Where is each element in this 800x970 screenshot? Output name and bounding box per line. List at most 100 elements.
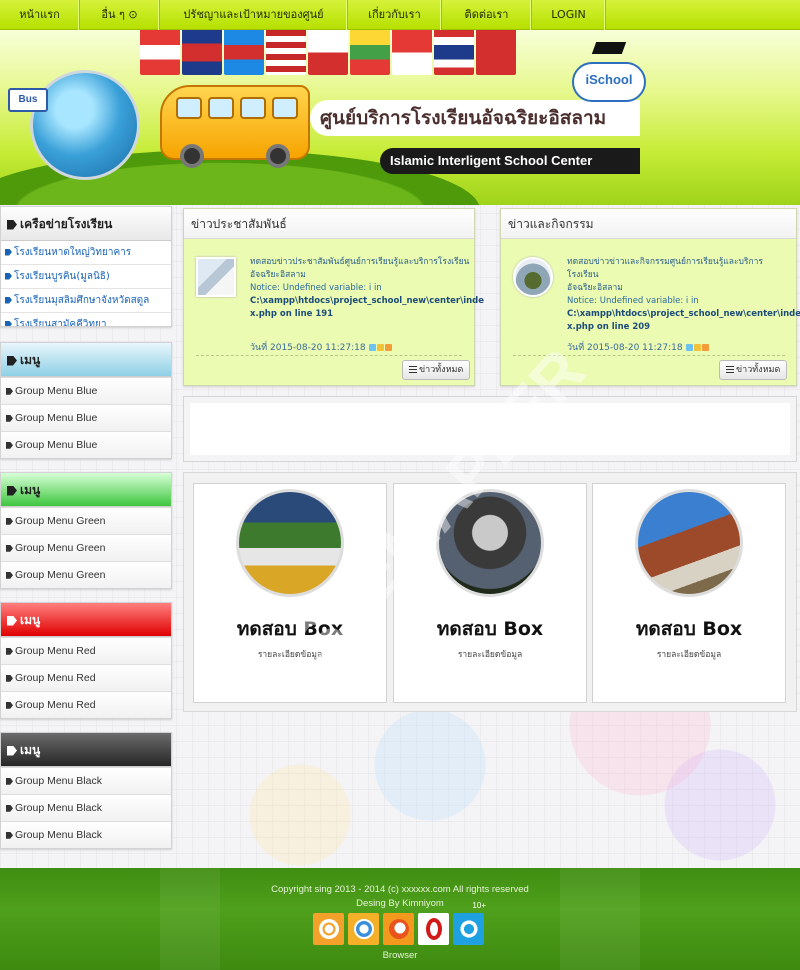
globe-illustration — [30, 70, 140, 180]
card-description: รายละเอียดข้อมูล — [257, 650, 323, 660]
tag-icon — [6, 441, 13, 449]
menu-panel-blue: เมนู Group Menu Blue Group Menu Blue Gro… — [0, 342, 172, 459]
opera-icon[interactable] — [418, 913, 449, 945]
menu-item[interactable]: Group Menu Blue — [1, 377, 171, 404]
tag-icon — [5, 248, 12, 256]
card-title: ทดสอบ Box — [436, 618, 544, 640]
pr-news-panel: ข่าวประชาสัมพันธ์ ทดสอบข่าวประชาสัมพันธ์… — [183, 208, 485, 386]
network-link[interactable]: โรงเรียนบูรคิน(มูลนิธิ) — [1, 265, 171, 289]
bus-sign: Bus — [8, 88, 48, 112]
feature-boxes: ทดสอบ Box รายละเอียดข้อมูล ทดสอบ Box ราย… — [183, 472, 797, 712]
tag-icon — [6, 701, 13, 709]
browser-label: Browser — [382, 950, 418, 961]
menu-item[interactable]: Group Menu Red — [1, 691, 171, 718]
list-icon — [726, 366, 734, 373]
menu-item[interactable]: Group Menu Green — [1, 561, 171, 588]
news-date: วันที่ 2015-08-20 11:27:18 — [250, 340, 393, 354]
nav-home[interactable]: หน้าแรก — [0, 0, 80, 30]
tag-icon — [6, 414, 13, 422]
tag-icon — [7, 355, 17, 366]
tag-icon — [6, 544, 13, 552]
chrome-icon[interactable] — [313, 913, 344, 945]
menu-item[interactable]: Group Menu Red — [1, 664, 171, 691]
menu-item[interactable]: Group Menu Blue — [1, 431, 171, 458]
all-news-button[interactable]: ข่าวทั้งหมด — [402, 360, 471, 380]
tag-icon — [6, 517, 13, 525]
left-sidebar: เครือข่ายโรงเรียน โรงเรียนหาดใหญ่วิทยาคา… — [0, 206, 172, 862]
firefox-icon[interactable] — [383, 913, 414, 945]
panel-title: เครือข่ายโรงเรียน — [20, 217, 113, 231]
menu-item[interactable]: Group Menu Black — [1, 794, 171, 821]
safari-icon[interactable] — [348, 913, 379, 945]
school-bus-illustration — [160, 85, 310, 168]
ie-icon[interactable]: 10+ — [453, 901, 486, 945]
news-thumbnail[interactable] — [513, 257, 553, 297]
feature-card[interactable]: ทดสอบ Box รายละเอียดข้อมูล — [393, 483, 587, 703]
logo-text: iSchool — [585, 72, 633, 87]
empty-content-box — [183, 396, 797, 462]
nav-login[interactable]: LOGIN — [532, 0, 606, 30]
menu-item[interactable]: Group Menu Black — [1, 767, 171, 794]
browser-icons: 10+ — [313, 901, 487, 947]
nav-others-dropdown[interactable]: อื่น ๆ ⊙ — [80, 0, 160, 30]
nav-contact[interactable]: ติดต่อเรา — [442, 0, 532, 30]
feature-card[interactable]: ทดสอบ Box รายละเอียดข้อมูล — [193, 483, 387, 703]
header-banner: Bus ศูนย์บริการโรงเรียนอัจฉริยะอิสลาม Is… — [0, 30, 800, 205]
designer-credit: Desing By Kimniyom — [356, 898, 444, 909]
card-title: ทดสอบ Box — [635, 618, 743, 640]
site-title-english: Islamic Interligent School Center — [380, 148, 640, 174]
tag-icon — [7, 485, 17, 496]
panel-title: ข่าวและกิจกรรม — [501, 209, 796, 239]
ischool-logo[interactable]: iSchool — [572, 38, 646, 104]
menu-item[interactable]: Group Menu Green — [1, 507, 171, 534]
top-navigation: หน้าแรก อื่น ๆ ⊙ ปรัชญาและเป้าหมายของศูน… — [0, 0, 800, 30]
network-link[interactable]: โรงเรียนมุสลิมศึกษาจังหวัดสตูล — [1, 289, 171, 313]
news-thumbnail[interactable] — [196, 257, 236, 297]
network-link[interactable]: โรงเรียนหาดใหญ่วิทยาคาร — [1, 241, 171, 265]
site-title-thai: ศูนย์บริการโรงเรียนอัจฉริยะอิสลาม — [310, 100, 640, 136]
nav-philosophy[interactable]: ปรัชญาและเป้าหมายของศูนย์ — [160, 0, 348, 30]
tag-icon — [6, 831, 13, 839]
tag-icon — [6, 571, 13, 579]
panel-header: เครือข่ายโรงเรียน — [1, 207, 171, 241]
footer: Copyright sing 2013 - 2014 (c) xxxxxx.co… — [0, 868, 800, 970]
tag-icon — [6, 804, 13, 812]
card-image — [635, 489, 743, 597]
nav-about[interactable]: เกี่ยวกับเรา — [348, 0, 442, 30]
menu-item[interactable]: Group Menu Blue — [1, 404, 171, 431]
feature-card[interactable]: ทดสอบ Box รายละเอียดข้อมูล — [592, 483, 786, 703]
menu-panel-black: เมนู Group Menu Black Group Menu Black G… — [0, 732, 172, 849]
card-title: ทดสอบ Box — [236, 618, 344, 640]
news-date: วันที่ 2015-08-20 11:27:18 — [567, 340, 710, 354]
news-headline[interactable]: ทดสอบข่าวประชาสัมพันธ์ศูนย์การเรียนรู้แล… — [250, 256, 470, 269]
news-body: ทดสอบข่าวประชาสัมพันธ์ศูนย์การเรียนรู้แล… — [250, 256, 485, 319]
panel-title: ข่าวประชาสัมพันธ์ — [184, 209, 474, 239]
menu-panel-green: เมนู Group Menu Green Group Menu Green G… — [0, 472, 172, 589]
panel-header: เมนู — [1, 603, 171, 637]
graduation-cap-icon — [591, 42, 627, 54]
tag-icon — [6, 777, 13, 785]
tag-icon — [7, 615, 17, 626]
php-notice: Notice: Undefined variable: i in — [567, 296, 699, 306]
tag-icon — [7, 745, 17, 756]
tag-icon — [6, 674, 13, 682]
news-headline[interactable]: ทดสอบข่าวข่าวและกิจกรรมศูนย์การเรียนรู้แ… — [567, 256, 787, 282]
card-image — [236, 489, 344, 597]
panel-header: เมนู — [1, 343, 171, 377]
tag-icon — [6, 647, 13, 655]
list-icon — [409, 366, 417, 373]
copyright-text: Copyright sing 2013 - 2014 (c) xxxxxx.co… — [271, 884, 529, 895]
menu-item[interactable]: Group Menu Red — [1, 637, 171, 664]
activity-news-panel: ข่าวและกิจกรรม ทดสอบข่าวข่าวและกิจกรรมศู… — [500, 208, 800, 386]
card-description: รายละเอียดข้อมูล — [457, 650, 523, 660]
panel-header: เมนู — [1, 473, 171, 507]
panel-header: เมนู — [1, 733, 171, 767]
network-link[interactable]: โรงเรียนสามัคคีวิทยา — [1, 313, 171, 326]
menu-item[interactable]: Group Menu Green — [1, 534, 171, 561]
tag-icon — [5, 320, 12, 326]
tag-icon — [5, 296, 12, 304]
all-news-button[interactable]: ข่าวทั้งหมด — [719, 360, 788, 380]
news-body: ทดสอบข่าวข่าวและกิจกรรมศูนย์การเรียนรู้แ… — [567, 256, 800, 332]
php-notice: Notice: Undefined variable: i in — [250, 283, 382, 293]
menu-item[interactable]: Group Menu Black — [1, 821, 171, 848]
